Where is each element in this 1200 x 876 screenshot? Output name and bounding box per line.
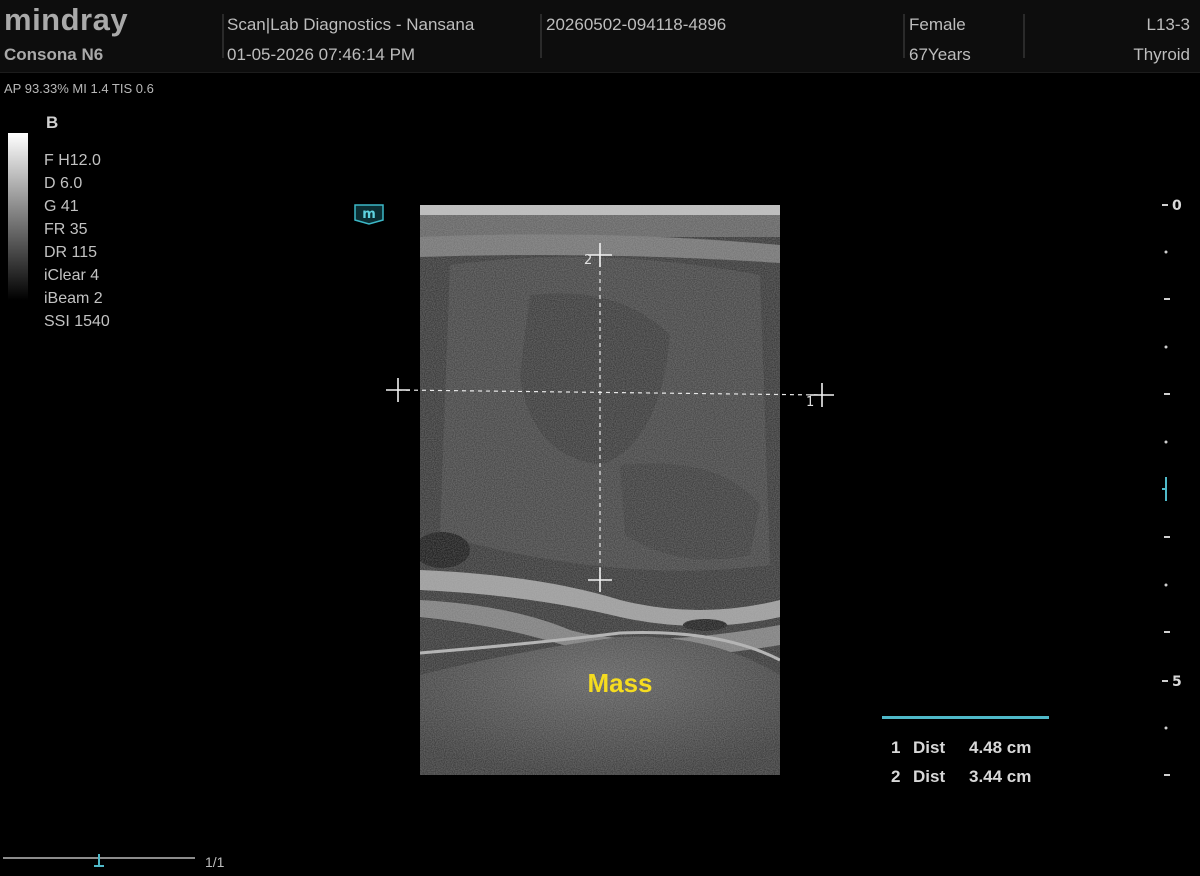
measurement-1-line xyxy=(397,389,823,396)
caliper-2-end-icon[interactable] xyxy=(588,568,612,592)
cine-slider-handle-icon[interactable] xyxy=(94,854,104,867)
focus-marker-icon[interactable] xyxy=(1162,477,1167,501)
measurement-type: Dist xyxy=(913,738,946,757)
measurement-index: 1 xyxy=(891,738,901,757)
caliper-1-label: 1 xyxy=(806,395,814,410)
measurement-index: 2 xyxy=(891,767,901,786)
measurement-row[interactable]: 2 Dist 3.44 cm xyxy=(882,762,1049,791)
measurement-value: 4.48 cm xyxy=(969,738,1032,757)
measurement-row[interactable]: 1 Dist 4.48 cm xyxy=(882,733,1049,762)
measurement-type: Dist xyxy=(913,767,946,786)
depth-label-0: 0 xyxy=(1172,198,1182,214)
caliper-2-label: 2 xyxy=(584,253,592,268)
mass-annotation[interactable]: Mass xyxy=(570,668,670,699)
depth-scale: 0 5 xyxy=(1162,198,1182,776)
cine-frame-counter: 1/1 xyxy=(205,854,225,870)
measurement-value: 3.44 cm xyxy=(969,767,1032,786)
cine-review-bar[interactable] xyxy=(3,852,233,872)
caliper-1-start-icon[interactable] xyxy=(386,378,410,402)
depth-label-5: 5 xyxy=(1172,674,1182,690)
results-accent-line xyxy=(882,716,1049,719)
measurement-results-panel: 1 Dist 4.48 cm 2 Dist 3.44 cm xyxy=(882,716,1049,791)
